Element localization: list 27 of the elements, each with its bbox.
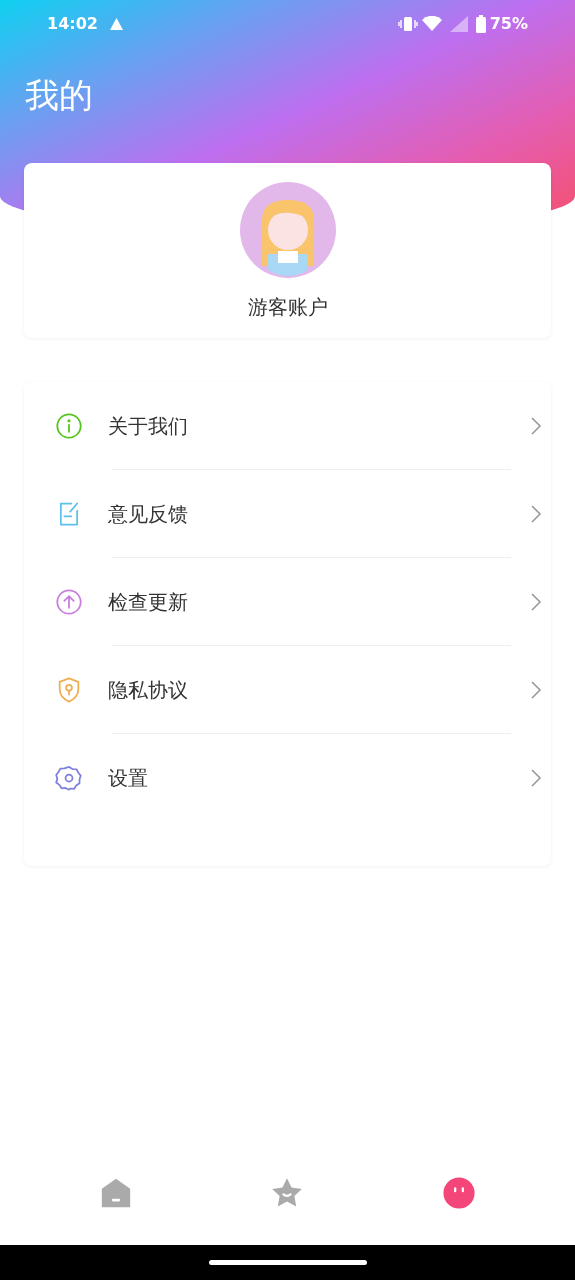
status-time: 14:02 (47, 13, 98, 35)
chevron-icon (529, 592, 543, 612)
menu-item[interactable]: 隐私协议 (24, 646, 551, 734)
menu-item[interactable]: 设置 (24, 734, 551, 822)
account-name: 游客账户 (247, 294, 328, 321)
chevron-icon (529, 504, 543, 524)
chevron-icon (529, 680, 543, 700)
page-title: 我的 (25, 78, 94, 112)
home-indicator[interactable] (208, 1260, 367, 1265)
menu-label: 设置 (108, 765, 149, 792)
signal-icon (449, 16, 468, 32)
battery-icon (475, 15, 486, 33)
menu-label: 意见反馈 (108, 501, 189, 528)
menu-label: 关于我们 (108, 413, 189, 440)
warning-icon (109, 18, 123, 30)
vibrate-icon (397, 16, 418, 32)
menu-item[interactable]: 关于我们 (24, 382, 551, 470)
battery-level: 75% (489, 13, 528, 35)
menu-item[interactable]: 意见反馈 (24, 470, 551, 558)
chevron-icon (529, 416, 543, 436)
wifi-icon (421, 16, 442, 32)
menu-label: 检查更新 (108, 589, 189, 616)
menu-item[interactable]: 检查更新 (24, 558, 551, 646)
avatar-icon (239, 182, 336, 278)
chevron-icon (529, 768, 543, 788)
face-icon[interactable] (442, 1176, 477, 1210)
menu-label: 隐私协议 (108, 677, 189, 704)
